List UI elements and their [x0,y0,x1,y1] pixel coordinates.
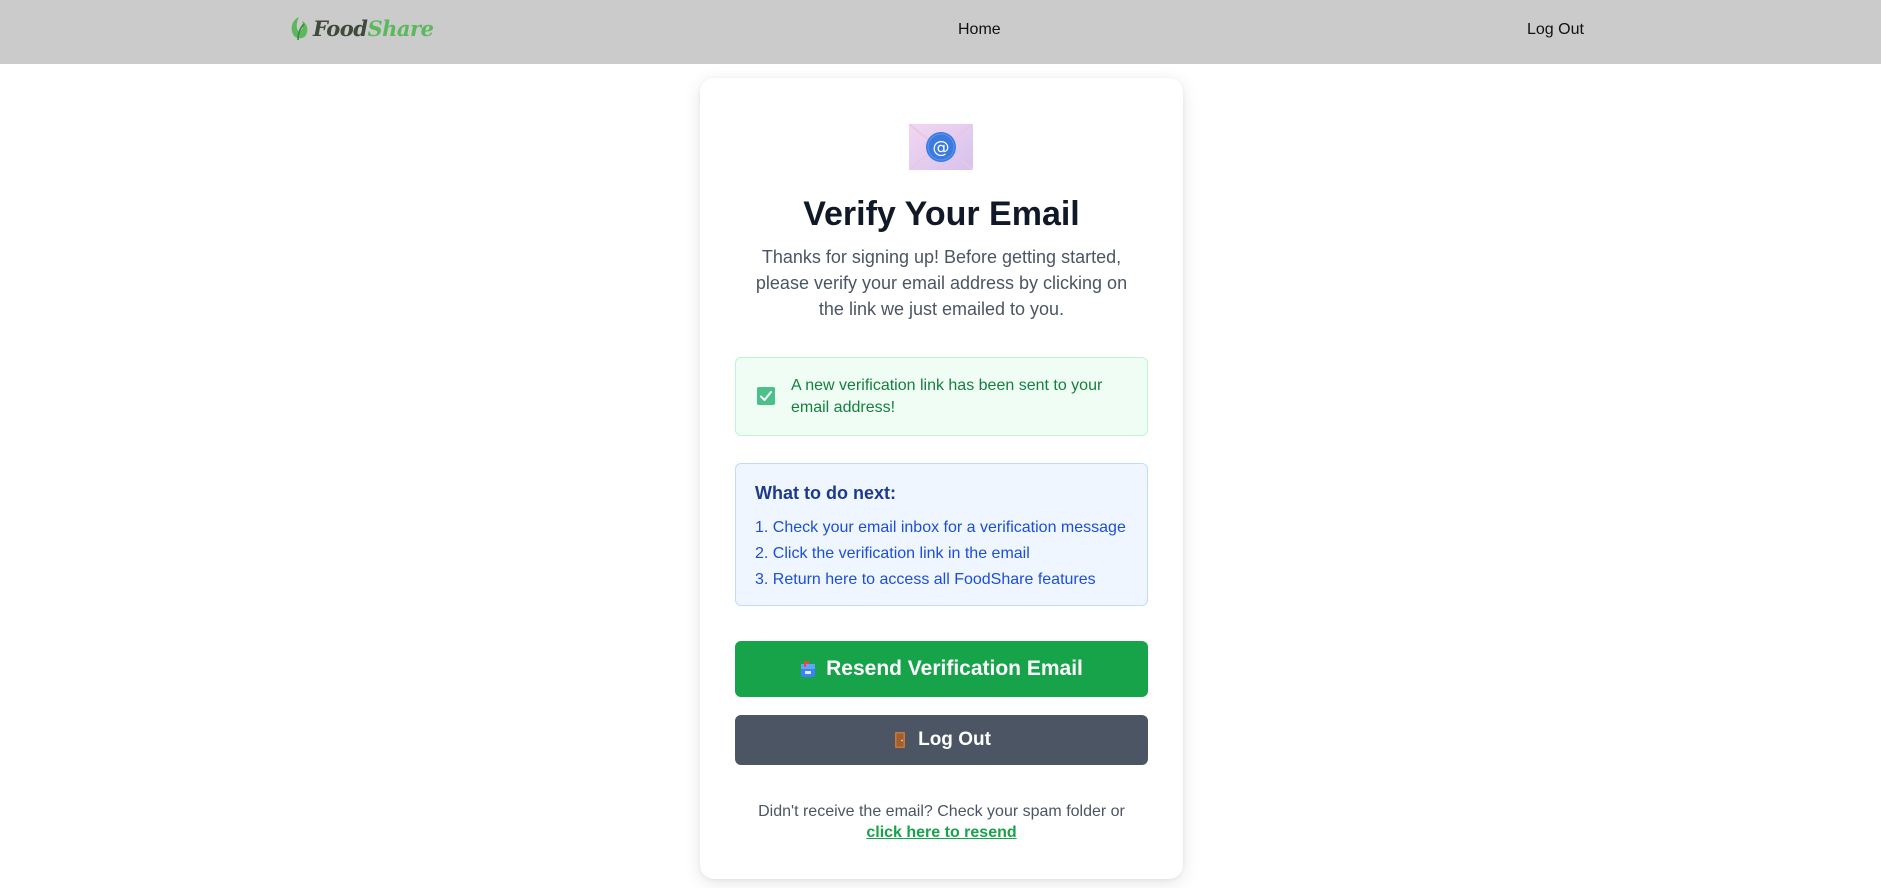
mailbox-icon [801,661,816,677]
envelope-at-icon: @ [909,124,973,170]
page-title: Verify Your Email [803,195,1080,233]
list-item: 3. Return here to access all FoodShare f… [755,571,1096,588]
next-steps-list: 1. Check your email inbox for a verifica… [755,515,1126,593]
success-alert: A new verification link has been sent to… [735,357,1148,436]
check-square-icon [757,387,775,405]
top-navbar: FoodShare Home Log Out [0,0,1881,64]
nav-home-link[interactable]: Home [958,20,1001,40]
next-steps-title: What to do next: [755,483,896,503]
resend-link[interactable]: click here to resend [700,822,1183,843]
resend-verification-button[interactable]: Resend Verification Email [735,641,1148,697]
next-steps-panel: What to do next: 1. Check your email inb… [735,463,1148,606]
list-item: 1. Check your email inbox for a verifica… [755,519,1126,536]
logout-button[interactable]: Log Out [735,715,1148,765]
door-icon [895,732,906,748]
page-subtitle: Thanks for signing up! Before getting st… [755,247,1128,319]
resend-button-label: Resend Verification Email [826,657,1083,680]
foodshare-logo[interactable]: FoodShare [287,12,434,44]
list-item: 2. Click the verification link in the em… [755,545,1030,562]
nav-logout-link[interactable]: Log Out [1527,20,1584,40]
footer-help-text: Didn't receive the email? Check your spa… [758,803,1125,820]
logo-wordmark: FoodShare [313,15,434,41]
svg-text:@: @ [933,138,950,158]
alert-message: A new verification link has been sent to… [791,377,1103,416]
logout-button-label: Log Out [918,729,991,750]
leaf-logo-icon [291,17,308,41]
verify-email-card: @ Verify Your Email Thanks for signing u… [700,78,1183,879]
